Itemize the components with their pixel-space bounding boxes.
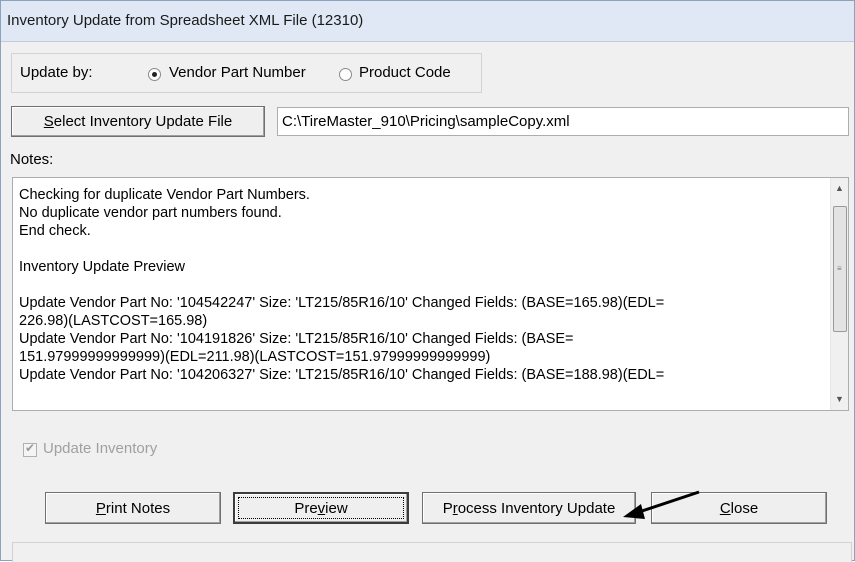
file-path-field[interactable]: C:\TireMaster_910\Pricing\sampleCopy.xml: [277, 107, 849, 136]
notes-label: Notes:: [10, 151, 54, 168]
print-notes-button[interactable]: Print Notes: [45, 492, 221, 524]
notes-line: 226.98)(LASTCOST=165.98): [19, 313, 208, 329]
notes-line: Inventory Update Preview: [19, 259, 186, 275]
status-bar: [12, 542, 852, 562]
vendor-part-number-radio-label[interactable]: Vendor Part Number: [169, 64, 306, 81]
update-by-label: Update by:: [20, 64, 93, 81]
notes-line: Update Vendor Part No: '104542247' Size:…: [19, 295, 665, 311]
close-label: lose: [730, 500, 759, 517]
notes-line: 151.97999999999999)(EDL=211.98)(LASTCOST…: [19, 349, 491, 365]
select-file-label: elect Inventory Update File: [53, 113, 233, 130]
update-inventory-label: Update Inventory: [43, 440, 158, 457]
file-path-value: C:\TireMaster_910\Pricing\sampleCopy.xml: [282, 113, 570, 130]
print-notes-label: rint Notes: [105, 500, 171, 517]
scrollbar-thumb[interactable]: ≡: [833, 206, 847, 332]
title-bar[interactable]: Inventory Update from Spreadsheet XML Fi…: [1, 1, 854, 42]
process-label-pre: P: [442, 500, 453, 517]
annotation-arrow-icon: [623, 490, 700, 519]
product-code-radio-label[interactable]: Product Code: [359, 64, 451, 81]
notes-line: End check.: [19, 223, 91, 239]
process-inventory-update-button[interactable]: Process Inventory Update: [422, 492, 636, 524]
preview-button[interactable]: Preview: [233, 492, 409, 524]
select-file-mnemonic: S: [43, 113, 54, 130]
select-inventory-update-file-button[interactable]: Select Inventory Update File: [11, 106, 265, 137]
scroll-down-arrow-icon[interactable]: ▼: [831, 391, 848, 408]
notes-line: No duplicate vendor part numbers found.: [19, 205, 282, 221]
scroll-up-arrow-icon[interactable]: ▲: [831, 180, 848, 197]
notes-scrollbar[interactable]: ▲ ≡ ▼: [830, 178, 848, 410]
scrollbar-grip-icon: ≡: [837, 264, 842, 273]
print-notes-mnemonic: P: [95, 500, 106, 517]
preview-label-pre: Pre: [294, 500, 318, 517]
preview-label: iew: [325, 500, 348, 517]
notes-line: Checking for duplicate Vendor Part Numbe…: [19, 187, 310, 203]
window-title: Inventory Update from Spreadsheet XML Fi…: [7, 12, 364, 29]
close-mnemonic: C: [719, 500, 731, 517]
process-label: ocess Inventory Update: [457, 500, 616, 517]
inventory-update-window: Inventory Update from Spreadsheet XML Fi…: [0, 0, 855, 562]
product-code-radio[interactable]: [339, 68, 352, 81]
update-by-group: Update by: Vendor Part Number Product Co…: [11, 53, 482, 93]
notes-textarea[interactable]: Checking for duplicate Vendor Part Numbe…: [12, 177, 849, 411]
notes-line: Update Vendor Part No: '104206327' Size:…: [19, 367, 665, 383]
update-inventory-checkbox[interactable]: [23, 441, 37, 457]
notes-line: Update Vendor Part No: '104191826' Size:…: [19, 331, 574, 347]
vendor-part-number-radio[interactable]: [148, 68, 161, 81]
